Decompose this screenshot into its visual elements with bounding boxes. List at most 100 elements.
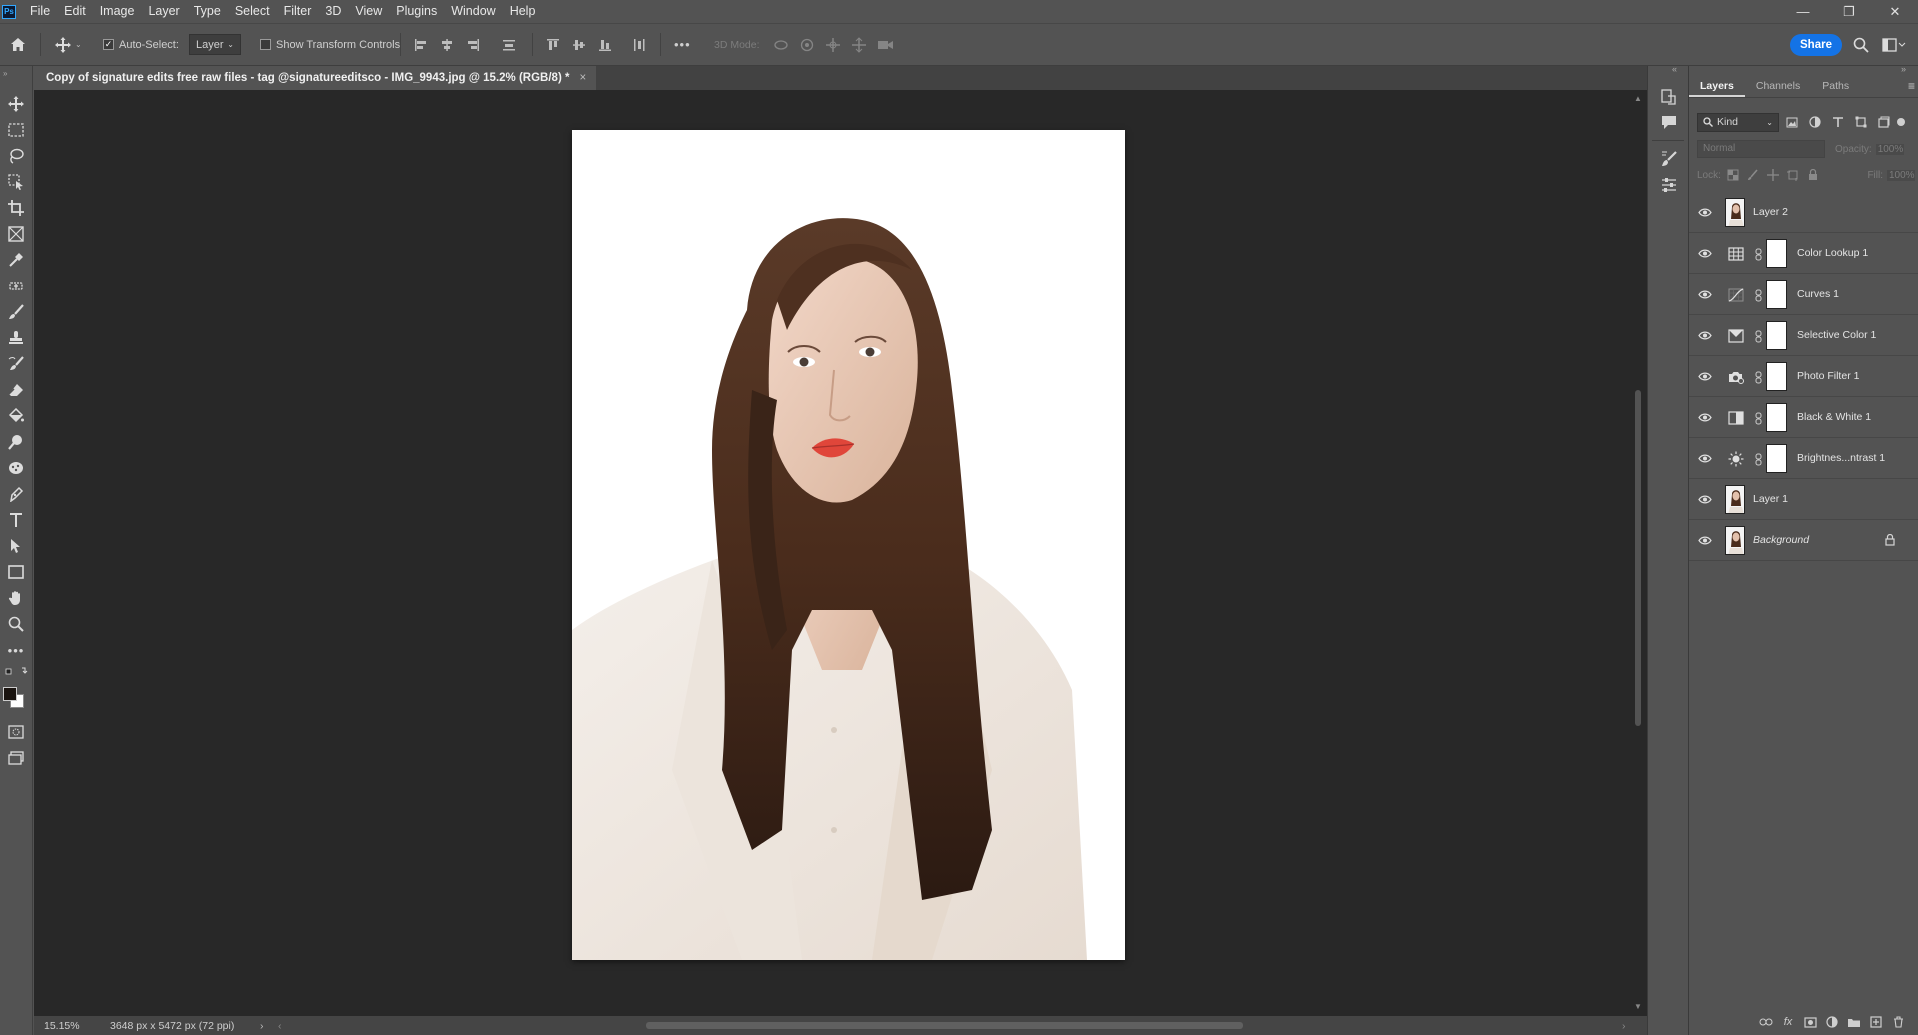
zoom-level[interactable]: 15.15% bbox=[44, 1020, 80, 1032]
history-brush-tool-icon[interactable] bbox=[3, 352, 29, 376]
align-bottom-icon[interactable] bbox=[598, 23, 612, 66]
visibility-eye-icon[interactable] bbox=[1695, 208, 1715, 217]
healing-brush-tool-icon[interactable] bbox=[3, 274, 29, 298]
filter-adjustment-icon[interactable] bbox=[1805, 112, 1825, 132]
filter-kind-dropdown[interactable]: Kind ⌄ bbox=[1697, 112, 1779, 132]
menu-filter[interactable]: Filter bbox=[277, 0, 319, 23]
menu-help[interactable]: Help bbox=[503, 0, 543, 23]
visibility-eye-icon[interactable] bbox=[1695, 495, 1715, 504]
document-canvas[interactable] bbox=[572, 130, 1125, 960]
layer-row-selective-color-1[interactable]: Selective Color 1 bbox=[1689, 315, 1918, 356]
menu-layer[interactable]: Layer bbox=[141, 0, 186, 23]
more-options-button[interactable]: ••• bbox=[674, 23, 691, 66]
layer-style-fx-icon[interactable]: fx bbox=[1777, 1016, 1799, 1028]
3d-camera-icon[interactable] bbox=[877, 23, 894, 66]
layer-name[interactable]: Photo Filter 1 bbox=[1797, 370, 1859, 382]
rectangle-tool-icon[interactable] bbox=[3, 560, 29, 584]
add-mask-icon[interactable] bbox=[1799, 1016, 1821, 1028]
crop-tool-icon[interactable] bbox=[3, 196, 29, 220]
layer-row-layer-2[interactable]: Layer 2 bbox=[1689, 192, 1918, 233]
move-tool-preset-icon[interactable]: ⌄ bbox=[55, 23, 82, 66]
layer-row-photo-filter-1[interactable]: Photo Filter 1 bbox=[1689, 356, 1918, 397]
scroll-left-icon[interactable]: ‹ bbox=[278, 1020, 282, 1032]
layer-name[interactable]: Layer 1 bbox=[1753, 493, 1788, 505]
layer-row-curves-1[interactable]: Curves 1 bbox=[1689, 274, 1918, 315]
align-center-icon[interactable] bbox=[440, 23, 454, 66]
workspace-icon[interactable] bbox=[1882, 23, 1906, 66]
align-right-icon[interactable] bbox=[466, 23, 480, 66]
layer-mask-thumbnail[interactable] bbox=[1766, 239, 1787, 268]
menu-image[interactable]: Image bbox=[93, 0, 142, 23]
delete-layer-trash-icon[interactable] bbox=[1887, 1016, 1909, 1028]
share-button[interactable]: Share bbox=[1790, 34, 1842, 56]
lock-all-icon[interactable] bbox=[1807, 169, 1819, 181]
layer-name[interactable]: Selective Color 1 bbox=[1797, 329, 1876, 341]
comments-panel-icon[interactable] bbox=[1660, 114, 1678, 133]
history-panel-icon[interactable] bbox=[1660, 88, 1678, 109]
align-left-icon[interactable] bbox=[414, 23, 428, 66]
lasso-tool-icon[interactable] bbox=[3, 144, 29, 168]
hand-tool-icon[interactable] bbox=[3, 586, 29, 610]
search-icon[interactable] bbox=[1853, 23, 1869, 66]
vertical-scrollbar[interactable]: ▲ ▼ bbox=[1629, 90, 1647, 1016]
lock-pixels-icon[interactable] bbox=[1747, 169, 1759, 181]
edit-toolbar-icon[interactable]: ••• bbox=[3, 638, 29, 662]
visibility-eye-icon[interactable] bbox=[1695, 290, 1715, 299]
lock-transparent-icon[interactable] bbox=[1727, 169, 1739, 181]
screen-mode-icon[interactable] bbox=[3, 746, 29, 770]
panel-collapse-icon[interactable]: » bbox=[1901, 64, 1906, 74]
swap-colors-icon[interactable] bbox=[3, 664, 29, 680]
layer-name[interactable]: Color Lookup 1 bbox=[1797, 247, 1868, 259]
lock-artboard-icon[interactable] bbox=[1786, 169, 1799, 181]
3d-orbit-icon[interactable] bbox=[773, 23, 789, 66]
lock-position-icon[interactable] bbox=[1766, 169, 1779, 181]
fill-value[interactable]: 100% bbox=[1887, 169, 1915, 181]
filter-shape-icon[interactable] bbox=[1851, 112, 1871, 132]
eraser-tool-icon[interactable] bbox=[3, 378, 29, 402]
clone-stamp-tool-icon[interactable] bbox=[3, 326, 29, 350]
layer-row-layer-1[interactable]: Layer 1 bbox=[1689, 479, 1918, 520]
menu-3d[interactable]: 3D bbox=[318, 0, 348, 23]
filter-type-icon[interactable] bbox=[1828, 112, 1848, 132]
visibility-eye-icon[interactable] bbox=[1695, 454, 1715, 463]
canvas-area[interactable] bbox=[34, 90, 1647, 1016]
visibility-eye-icon[interactable] bbox=[1695, 536, 1715, 545]
link-layers-icon[interactable] bbox=[1755, 1018, 1777, 1026]
foreground-color-swatch[interactable] bbox=[3, 687, 17, 701]
paint-bucket-tool-icon[interactable] bbox=[3, 404, 29, 428]
auto-select-checkbox[interactable]: ✓ bbox=[103, 39, 114, 50]
tab-paths[interactable]: Paths bbox=[1811, 75, 1860, 97]
pen-tool-icon[interactable] bbox=[3, 482, 29, 506]
eyedropper-tool-icon[interactable] bbox=[3, 248, 29, 272]
chain-link-icon[interactable] bbox=[1754, 411, 1762, 425]
align-top-icon[interactable] bbox=[546, 23, 560, 66]
document-tab[interactable]: Copy of signature edits free raw files -… bbox=[34, 66, 597, 90]
3d-pan-icon[interactable] bbox=[825, 23, 841, 66]
new-adjustment-layer-icon[interactable] bbox=[1821, 1016, 1843, 1028]
auto-select-dropdown[interactable]: Layer ⌄ bbox=[189, 34, 241, 55]
frame-tool-icon[interactable] bbox=[3, 222, 29, 246]
tab-layers[interactable]: Layers bbox=[1689, 75, 1745, 97]
menu-plugins[interactable]: Plugins bbox=[389, 0, 444, 23]
zoom-tool-icon[interactable] bbox=[3, 612, 29, 636]
blend-mode-dropdown[interactable]: Normal bbox=[1697, 140, 1825, 158]
restore-button[interactable]: ❐ bbox=[1826, 0, 1872, 23]
scroll-right-icon[interactable]: › bbox=[1622, 1020, 1626, 1032]
menu-window[interactable]: Window bbox=[444, 0, 502, 23]
tab-channels[interactable]: Channels bbox=[1745, 75, 1811, 97]
menu-select[interactable]: Select bbox=[228, 0, 277, 23]
layer-mask-thumbnail[interactable] bbox=[1766, 362, 1787, 391]
distribute-horizontal-icon[interactable] bbox=[632, 23, 646, 66]
layer-row-background[interactable]: Background bbox=[1689, 520, 1918, 561]
chain-link-icon[interactable] bbox=[1754, 370, 1762, 384]
dodge-tool-icon[interactable] bbox=[3, 430, 29, 454]
visibility-eye-icon[interactable] bbox=[1695, 249, 1715, 258]
horizontal-scroll-thumb[interactable] bbox=[646, 1022, 1243, 1029]
sponge-tool-icon[interactable] bbox=[3, 456, 29, 480]
layer-row-brightness-contrast-1[interactable]: Brightnes...ntrast 1 bbox=[1689, 438, 1918, 479]
layer-name[interactable]: Layer 2 bbox=[1753, 206, 1788, 218]
expand-panels-icon[interactable]: « bbox=[1672, 64, 1677, 74]
layer-mask-thumbnail[interactable] bbox=[1766, 403, 1787, 432]
opacity-value[interactable]: 100% bbox=[1875, 143, 1904, 155]
brush-settings-panel-icon[interactable] bbox=[1660, 150, 1678, 171]
